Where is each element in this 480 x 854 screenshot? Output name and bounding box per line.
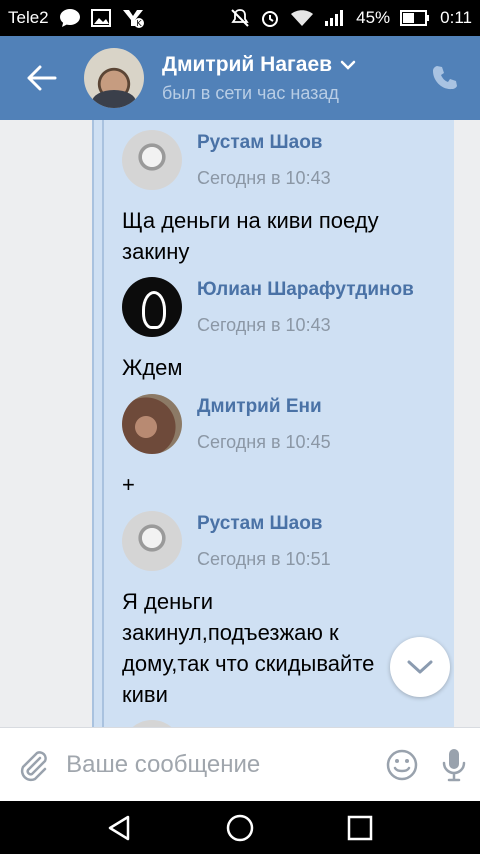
nav-home-button[interactable] <box>210 801 270 854</box>
voice-message-button[interactable] <box>428 728 480 802</box>
author-name[interactable]: Юлиан Шарафутдинов <box>197 279 414 301</box>
avatar[interactable] <box>122 511 182 571</box>
forwarded-message-header: Дмитрий Ени Сегодня в 10:45 <box>122 394 331 454</box>
forwarded-message-header: Рустам Шаов Сегодня в 10:51 <box>122 511 331 571</box>
message-time: Сегодня в 10:45 <box>197 431 331 452</box>
author-name[interactable]: Дмитрий Ени <box>197 396 331 418</box>
avatar[interactable] <box>84 48 144 108</box>
forwarded-message-header: Юлиан Шарафутдинов Сегодня в 10:43 <box>122 277 414 337</box>
contact-name: Дмитрий Нагаев <box>162 52 333 76</box>
svg-text:K: K <box>136 19 142 28</box>
square-recents-icon <box>347 815 373 840</box>
call-button[interactable] <box>410 36 480 120</box>
author-name[interactable]: Рустам Шаов <box>197 132 331 154</box>
contact-status: был в сети час назад <box>162 82 339 103</box>
nav-back-button[interactable] <box>90 801 150 854</box>
status-bar: Tele2 K 45% 0:11 <box>0 0 480 36</box>
smiley-icon <box>386 749 418 780</box>
message-time: Сегодня в 10:51 <box>197 548 331 569</box>
message-text: Ща деньги на киви поеду закину <box>122 208 379 264</box>
message-text: Я деньги закинул,подъезжаю к дому,так чт… <box>122 589 375 707</box>
system-nav-bar <box>0 801 480 854</box>
vk-icon: K <box>121 8 145 28</box>
microphone-icon <box>442 748 466 781</box>
carrier-label: Tele2 <box>8 8 49 27</box>
alarm-icon <box>260 8 280 28</box>
battery-icon <box>400 10 430 26</box>
message-text: Ждем <box>122 355 183 380</box>
message-input[interactable] <box>66 740 377 789</box>
battery-percent: 45% <box>356 8 391 27</box>
image-icon <box>90 9 111 27</box>
forwarded-message-header: Рустам Шаов Сегодня в 10:43 <box>122 130 331 190</box>
forward-indicator-line <box>102 120 104 727</box>
avatar[interactable] <box>122 277 182 337</box>
attach-button[interactable] <box>0 728 66 802</box>
signal-icon <box>324 9 346 27</box>
circle-home-icon <box>226 814 254 841</box>
contact-info[interactable]: Дмитрий Нагаев был в сети час назад <box>162 53 410 104</box>
nav-recents-button[interactable] <box>330 801 390 854</box>
back-button[interactable] <box>0 36 84 120</box>
message-list[interactable]: Рустам Шаов Сегодня в 10:43 Ща деньги на… <box>0 120 480 727</box>
chevron-down-icon <box>407 660 433 674</box>
clock: 0:11 <box>440 8 472 27</box>
message-time: Сегодня в 10:43 <box>197 167 331 188</box>
avatar[interactable] <box>122 130 182 190</box>
message-text: + <box>122 472 135 497</box>
arrow-back-icon <box>27 65 57 91</box>
author-name[interactable]: Рустам Шаов <box>197 513 331 535</box>
mute-icon <box>230 8 250 28</box>
message-time: Сегодня в 10:43 <box>197 314 331 335</box>
phone-icon <box>433 66 457 90</box>
scroll-down-button[interactable] <box>390 637 450 697</box>
chevron-down-icon <box>340 60 356 70</box>
triangle-back-icon <box>108 815 130 840</box>
chat-bubble-icon <box>59 8 81 28</box>
wifi-icon <box>290 9 314 27</box>
paperclip-icon <box>20 750 47 781</box>
compose-bar <box>0 727 480 801</box>
avatar[interactable] <box>122 394 182 454</box>
chat-header: Дмитрий Нагаев был в сети час назад <box>0 36 480 120</box>
emoji-button[interactable] <box>376 728 428 802</box>
